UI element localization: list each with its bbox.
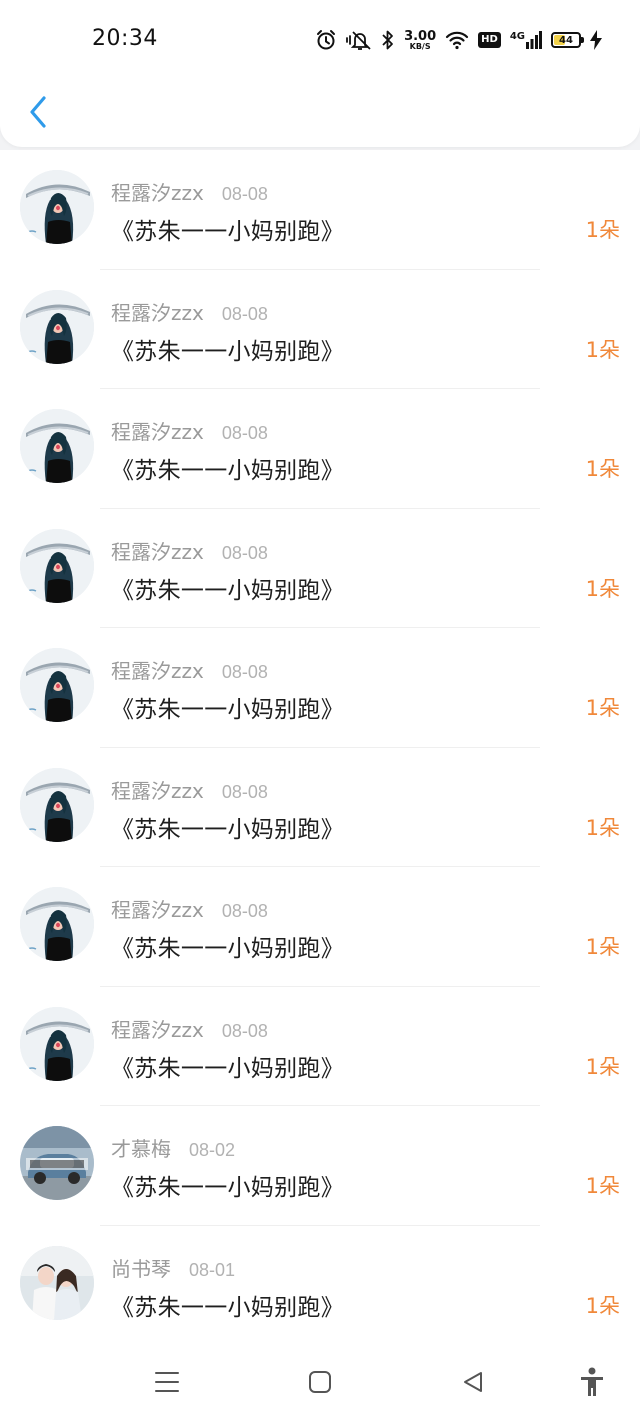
accessibility-icon [581,1367,603,1396]
avatar[interactable] [20,767,94,842]
gift-title: 《苏朱一一小妈别跑》 [111,458,344,484]
gift-record-row[interactable]: 程露汐zzx 08-08 《苏朱一一小妈别跑》 1朵 [0,986,640,1106]
net-speed-value: 3.00 [404,28,437,44]
gift-title: 《苏朱一一小妈别跑》 [111,936,344,962]
record-meta: 程露汐zzx 08-08 [111,1014,268,1043]
record-meta: 程露汐zzx 08-08 [111,416,268,445]
user-name: 才慕梅 [111,1137,171,1161]
top-header: 20:34 3.00 KB/S HD 4G 44 [0,0,640,147]
gift-title: 《苏朱一一小妈别跑》 [111,219,344,245]
record-date: 08-08 [221,662,268,682]
mute-icon [346,29,372,51]
home-square-icon [309,1371,331,1393]
avatar[interactable] [20,170,94,244]
user-name: 尚书琴 [111,1256,171,1281]
gift-count: 1朵 [585,337,620,362]
accessibility-button[interactable] [572,1364,612,1400]
gift-record-row[interactable]: 才慕梅 08-02 《苏朱一一小妈别跑》 1朵 [0,1106,640,1226]
user-name: 程露汐zzx [111,420,204,444]
gift-count: 1朵 [585,696,620,720]
wifi-icon [445,30,469,50]
gift-count: 1朵 [585,218,620,242]
record-date: 08-08 [221,1020,268,1041]
status-bar: 20:34 3.00 KB/S HD 4G 44 [0,0,640,80]
record-date: 08-01 [189,1259,236,1280]
avatar[interactable] [20,1006,94,1081]
menu-icon [155,1372,179,1392]
user-name: 程露汐zzx [111,181,204,205]
gift-record-row[interactable]: 程露汐zzx 08-08 《苏朱一一小妈别跑》 1朵 [0,150,640,270]
network-type: 4G [509,31,525,42]
avatar[interactable] [20,409,94,483]
gift-count: 1朵 [585,576,620,601]
record-date: 08-08 [221,542,268,563]
record-date: 08-08 [221,303,268,324]
net-speed: 3.00 KB/S [404,30,436,51]
alarm-icon [315,29,337,51]
avatar[interactable] [20,1245,94,1320]
user-name: 程露汐zzx [111,539,204,564]
gift-record-row[interactable]: 程露汐zzx 08-08 《苏朱一一小妈别跑》 1朵 [0,508,640,628]
back-button[interactable] [18,90,58,134]
gift-title: 《苏朱一一小妈别跑》 [111,1055,344,1082]
record-meta: 程露汐zzx 08-08 [111,775,268,804]
avatar[interactable] [20,289,94,364]
record-meta: 尚书琴 08-01 [111,1253,235,1282]
gift-count: 1朵 [585,815,620,840]
record-meta: 程露汐zzx 08-08 [111,297,268,326]
gift-record-row[interactable]: 程露汐zzx 08-08 《苏朱一一小妈别跑》 1朵 [0,269,640,389]
gift-record-row[interactable]: 程露汐zzx 08-08 《苏朱一一小妈别跑》 1朵 [0,389,640,509]
gift-title: 《苏朱一一小妈别跑》 [111,816,344,843]
user-name: 程露汐zzx [111,1017,204,1042]
home-button[interactable] [300,1364,340,1400]
status-icons: 3.00 KB/S HD 4G 44 [315,24,602,56]
record-meta: 程露汐zzx 08-08 [111,894,268,923]
record-meta: 程露汐zzx 08-08 [111,536,268,565]
gift-title: 《苏朱一一小妈别跑》 [111,338,344,365]
system-nav-bar [0,1340,640,1422]
record-date: 08-08 [221,184,268,204]
gift-count: 1朵 [585,1293,620,1318]
charging-icon [590,30,602,50]
gift-record-row[interactable]: 程露汐zzx 08-08 《苏朱一一小妈别跑》 1朵 [0,747,640,867]
record-meta: 程露汐zzx 08-08 [111,177,268,206]
chevron-left-icon [30,96,46,128]
gift-record-row[interactable]: 程露汐zzx 08-08 《苏朱一一小妈别跑》 1朵 [0,867,640,987]
avatar[interactable] [20,528,94,603]
avatar[interactable] [20,887,94,961]
gift-record-row[interactable]: 尚书琴 08-01 《苏朱一一小妈别跑》 1朵 [0,1225,640,1345]
user-name: 程露汐zzx [111,778,204,803]
gift-count: 1朵 [585,1174,620,1198]
gift-title: 《苏朱一一小妈别跑》 [111,1294,344,1321]
bluetooth-icon [381,30,395,50]
avatar[interactable] [20,1126,94,1200]
record-date: 08-08 [221,901,268,921]
gift-count: 1朵 [585,935,620,959]
gift-title: 《苏朱一一小妈别跑》 [111,1175,344,1201]
battery-level: 44 [559,34,573,46]
status-time: 20:34 [92,26,158,51]
battery-icon: 44 [551,32,584,48]
menu-button[interactable] [147,1364,187,1400]
record-meta: 才慕梅 08-02 [111,1133,235,1162]
back-nav-button[interactable] [453,1364,493,1400]
net-speed-unit: KB/S [409,41,431,51]
back-triangle-icon [464,1372,482,1392]
gift-count: 1朵 [585,457,620,481]
gift-count: 1朵 [585,1054,620,1079]
user-name: 程露汐zzx [111,659,204,683]
gift-title: 《苏朱一一小妈别跑》 [111,577,344,604]
user-name: 程露汐zzx [111,300,204,325]
gift-record-row[interactable]: 程露汐zzx 08-08 《苏朱一一小妈别跑》 1朵 [0,628,640,748]
user-name: 程露汐zzx [111,898,204,922]
avatar[interactable] [20,648,94,722]
signal-icon: 4G [510,31,542,49]
gift-record-list: 程露汐zzx 08-08 《苏朱一一小妈别跑》 1朵 程露汐zzx 08-08 《苏朱一一小… [0,150,640,1345]
record-date: 08-08 [221,423,268,443]
hd-badge: HD [478,32,501,48]
record-meta: 程露汐zzx 08-08 [111,655,268,684]
record-date: 08-08 [221,781,268,802]
gift-title: 《苏朱一一小妈别跑》 [111,697,344,723]
record-date: 08-02 [189,1140,236,1160]
